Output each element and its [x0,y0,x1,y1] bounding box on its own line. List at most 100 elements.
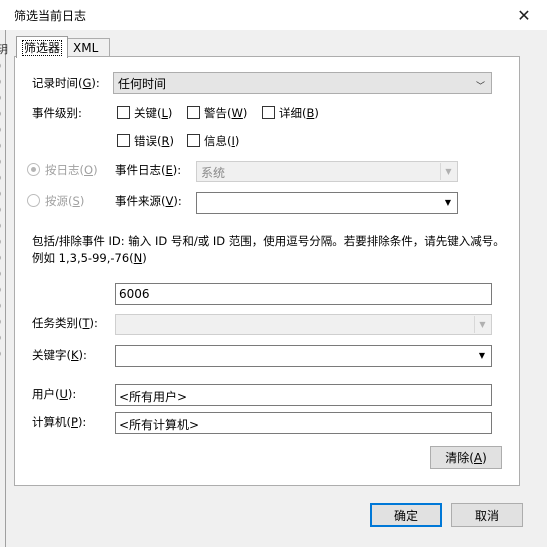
task-category-text: 任务类别( [32,316,83,330]
cancel-button[interactable]: 取消 [451,503,523,527]
error-checkbox[interactable] [117,134,130,147]
parent-window-edge-char: ) [0,92,1,104]
parent-window-edge-char: 玥 [0,43,8,56]
clear-suffix: ) [482,450,487,465]
event-logs-value: 系统 [201,166,226,180]
user-text: 用户( [32,387,60,401]
by-log-label: 按日志(O) [45,162,98,178]
event-logs-text: 事件日志( [115,163,166,177]
event-id-key: N [133,251,143,265]
information-suffix: ) [234,134,240,148]
error-key: R [161,134,170,148]
parent-window-edge-char: ) [0,348,1,360]
keywords-label: 关键字(K): [32,347,87,363]
parent-window-edge-char: ) [0,300,1,312]
logged-value: 任何时间 [118,77,167,91]
keywords-dropdown[interactable]: ▼ [115,345,492,367]
logged-label-text: 记录时间( [32,76,83,90]
event-sources-label: 事件来源(V): [115,193,182,209]
verbose-text: 详细( [279,106,307,120]
verbose-checkbox[interactable] [262,106,275,119]
by-source-radio[interactable] [27,194,40,207]
parent-window-edge-char: ) [0,76,1,88]
keywords-key: K [71,348,79,362]
computer-value: <所有计算机> [119,418,200,432]
information-checkbox[interactable] [187,134,200,147]
parent-window-edge-char: ) [0,236,1,248]
warning-suffix: ) [242,106,248,120]
by-source-key: S [72,194,80,208]
verbose-label: 详细(B) [279,105,319,121]
parent-window-edge-char: ) [0,284,1,296]
chevron-down-icon: ▼ [440,194,456,211]
by-log-suffix: ) [93,163,98,177]
error-suffix: ) [169,134,175,148]
clear-button[interactable]: 清除(A) [430,446,502,469]
user-suffix: ): [67,387,77,401]
by-source-label: 按源(S) [45,193,84,209]
parent-window-edge-char: ) [0,140,1,152]
parent-window-edge-char: ) [0,188,1,200]
critical-suffix: ) [167,106,173,120]
parent-window-edge-char: ) [0,124,1,136]
logged-label-suffix: ): [91,76,100,90]
tab-filter-label: 筛选器 [21,40,63,56]
chevron-down-icon: ▼ [440,163,456,180]
event-logs-dropdown[interactable]: 系统 ▼ [196,161,458,182]
parent-window-edge-char: ) [0,204,1,216]
critical-checkbox[interactable] [117,106,130,119]
event-id-input[interactable]: 6006 [115,283,492,305]
warning-checkbox[interactable] [187,106,200,119]
critical-text: 关键( [134,106,162,120]
event-sources-dropdown[interactable]: ▼ [196,192,458,214]
task-category-dropdown[interactable]: ▼ [115,314,492,335]
event-id-description-text: 包括/排除事件 ID: 输入 ID 号和/或 ID 范围，使用逗号分隔。若要排除… [32,234,505,265]
computer-text: 计算机( [32,415,71,429]
window-title: 筛选当前日志 [14,9,87,23]
event-level-label: 事件级别: [32,106,82,120]
verbose-suffix: ) [314,106,319,120]
parent-window-edge-char: ) [0,220,1,232]
parent-window-edge: 玥))))))))))))))))))) [0,30,8,547]
event-sources-text: 事件来源( [115,194,166,208]
information-text: 信息( [204,134,232,148]
close-icon: ✕ [517,5,531,25]
tab-xml[interactable]: XML [66,38,110,56]
tab-xml-label: XML [73,41,99,55]
computer-label: 计算机(P): [32,414,86,430]
clear-key: A [473,450,483,465]
warning-text: 警告( [204,106,232,120]
clear-text: 清除( [445,451,474,465]
information-label: 信息(I) [204,133,239,149]
by-log-key: O [84,163,94,177]
event-id-description: 包括/排除事件 ID: 输入 ID 号和/或 ID 范围，使用逗号分隔。若要排除… [32,233,508,267]
by-source-suffix: ) [79,194,85,208]
critical-label: 关键(L) [134,105,172,121]
task-category-label: 任务类别(T): [32,315,98,331]
warning-key: W [231,106,243,120]
ok-button[interactable]: 确定 [370,503,442,527]
cancel-label: 取消 [474,508,499,523]
tab-filter[interactable]: 筛选器 [16,36,69,58]
close-button[interactable]: ✕ [501,0,547,30]
parent-window-edge-char: ) [0,252,1,264]
logged-dropdown[interactable]: 任何时间 ﹀ [113,72,492,94]
computer-suffix: ): [77,415,87,429]
user-label: 用户(U): [32,386,76,402]
parent-window-edge-char: ) [0,156,1,168]
warning-label: 警告(W) [204,105,247,121]
chevron-down-icon: ▼ [474,316,490,333]
error-text: 错误( [134,134,162,148]
event-logs-label: 事件日志(E): [115,162,181,178]
chevron-down-icon: ﹀ [475,82,485,92]
logged-label: 记录时间(G): [32,75,100,91]
computer-input[interactable]: <所有计算机> [115,412,492,434]
chevron-down-icon: ▼ [474,347,490,364]
by-log-radio[interactable] [27,163,40,176]
task-category-suffix: ): [89,316,98,330]
user-input[interactable]: <所有用户> [115,384,492,406]
task-category-key: T [82,316,90,330]
parent-window-edge-char: ) [0,108,1,120]
event-logs-suffix: ): [172,163,182,177]
user-value: <所有用户> [119,390,188,404]
